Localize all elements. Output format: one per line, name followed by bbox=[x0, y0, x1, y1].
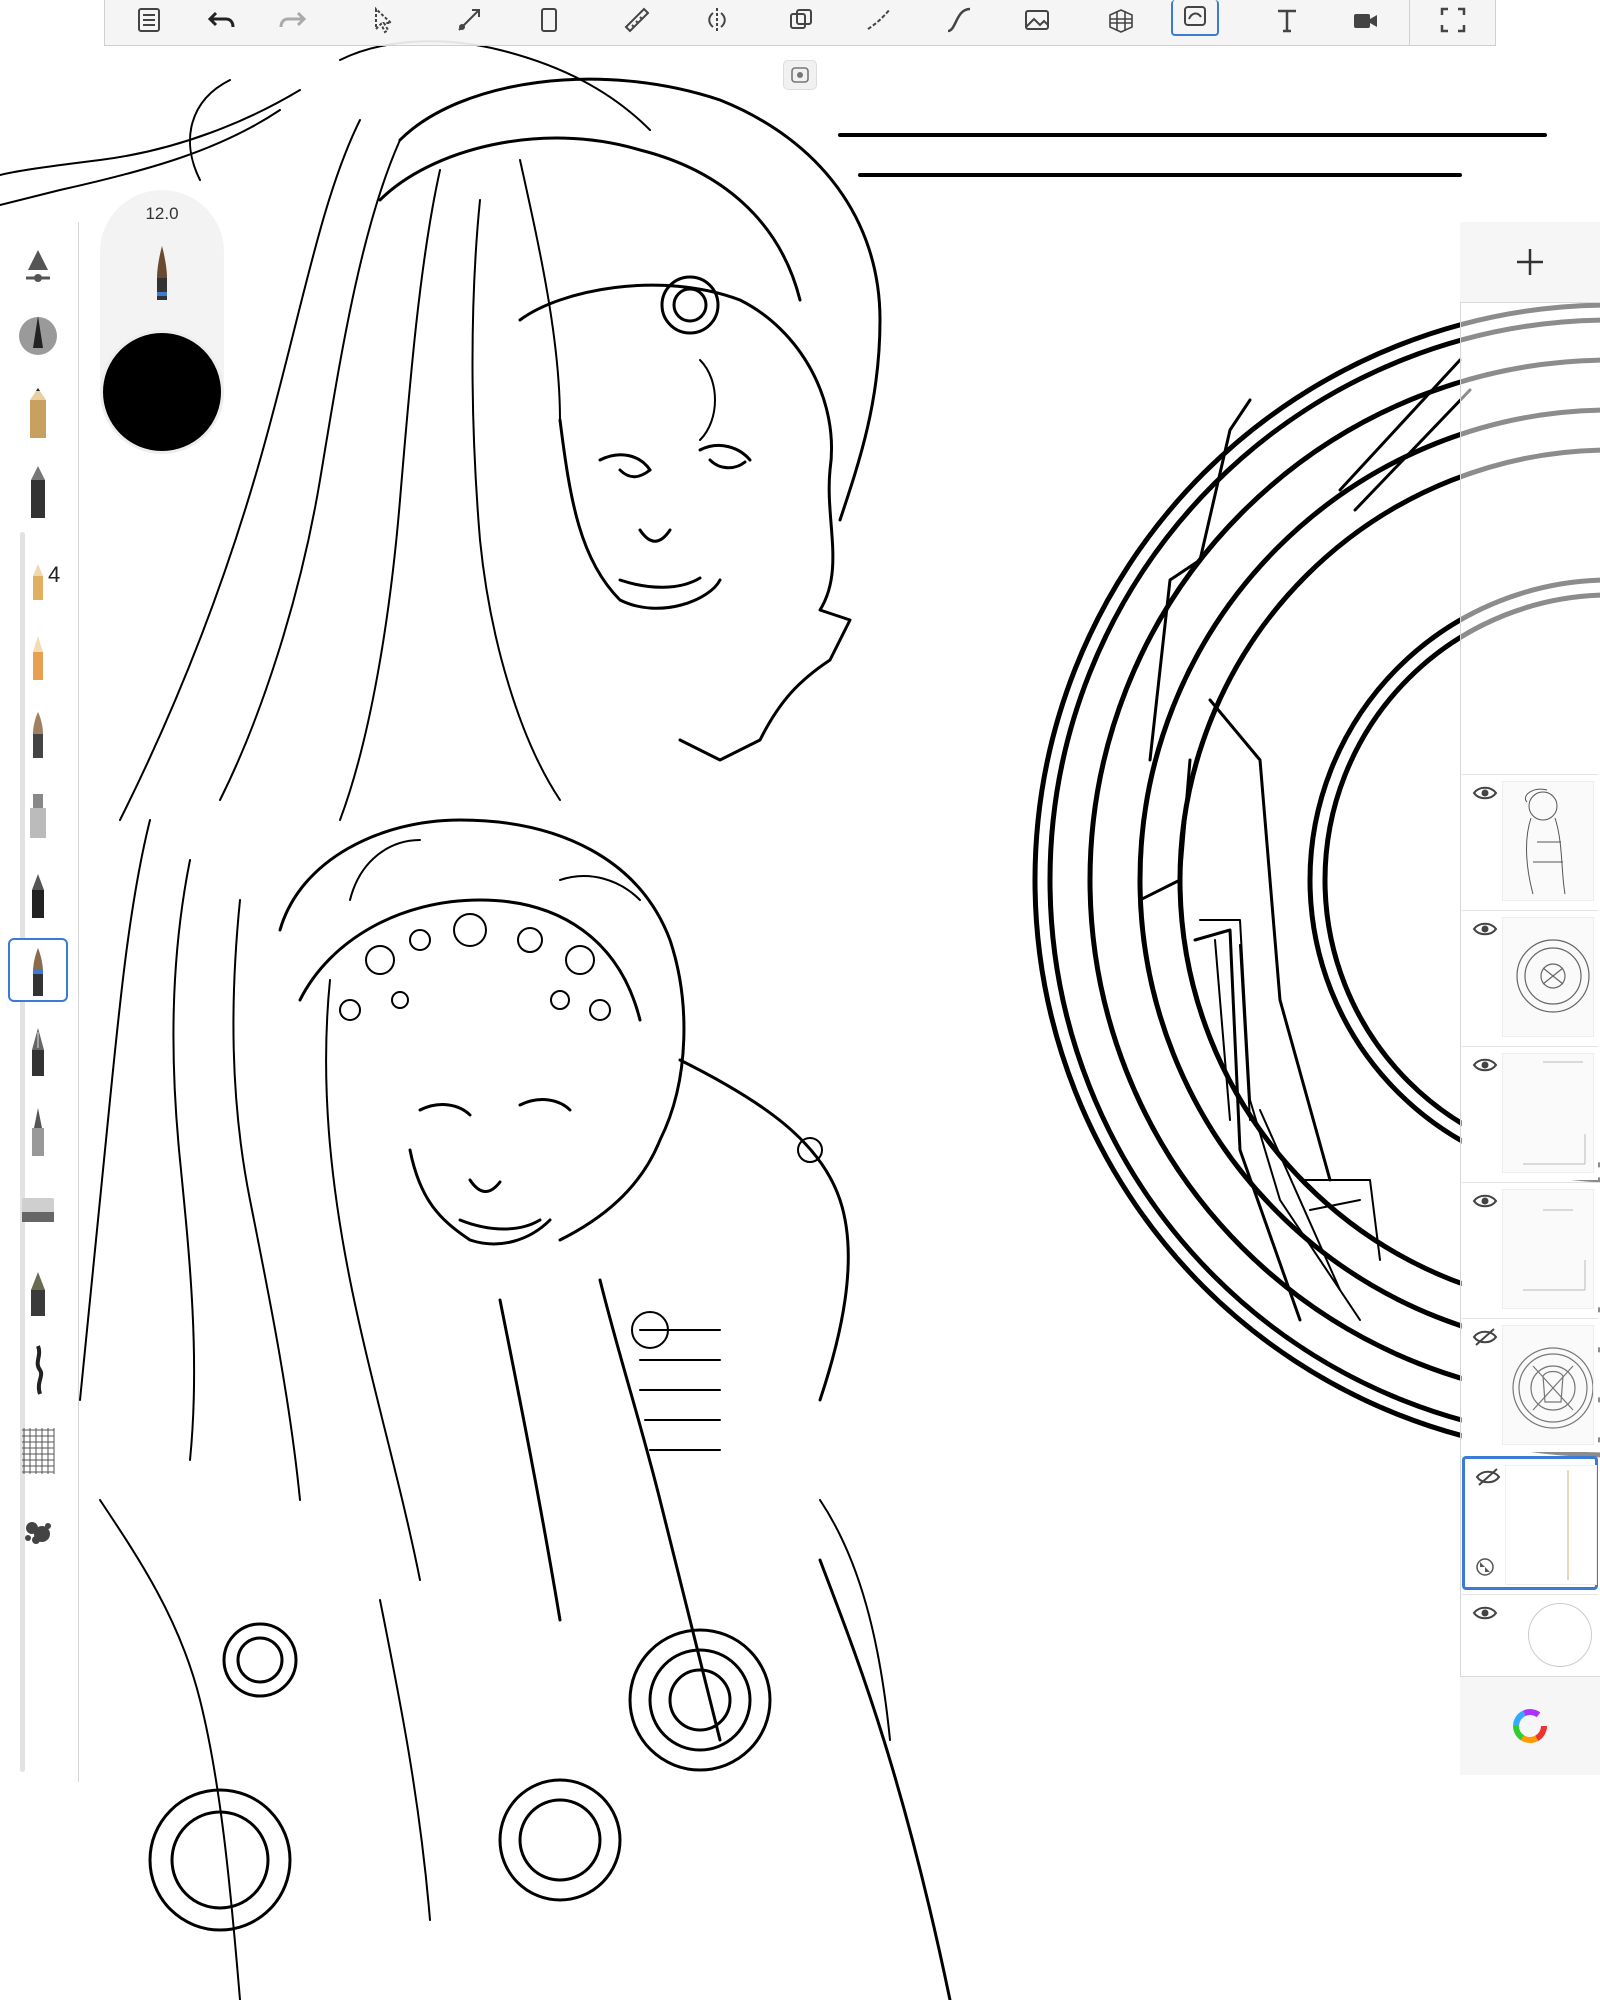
marker-icon[interactable] bbox=[8, 780, 68, 844]
layer-row[interactable] bbox=[1462, 1182, 1598, 1316]
technical-pen-icon[interactable] bbox=[8, 1098, 68, 1162]
record-icon[interactable] bbox=[1341, 0, 1389, 40]
plus-icon bbox=[1517, 249, 1543, 275]
color-swatch[interactable] bbox=[100, 330, 224, 454]
felt-pen-icon[interactable] bbox=[8, 1258, 68, 1322]
layer-row[interactable] bbox=[1462, 1318, 1598, 1452]
text-icon[interactable] bbox=[1263, 0, 1311, 40]
ink-pen-icon[interactable] bbox=[8, 860, 68, 924]
eye-icon[interactable] bbox=[1472, 783, 1498, 803]
eye-icon[interactable] bbox=[1472, 1603, 1498, 1623]
brush-palette bbox=[0, 222, 79, 1782]
eraser-icon[interactable] bbox=[8, 1178, 68, 1242]
list-icon[interactable] bbox=[125, 0, 173, 40]
layer-thumbnail bbox=[1502, 1325, 1594, 1445]
layer-lock-icon[interactable] bbox=[1475, 1557, 1495, 1577]
color-editor-button[interactable] bbox=[1460, 1676, 1600, 1775]
grid-texture-icon[interactable] bbox=[8, 1418, 68, 1482]
top-toolbar bbox=[104, 0, 1496, 46]
brush-pen-icon[interactable] bbox=[8, 938, 68, 1002]
eye-icon[interactable] bbox=[1472, 919, 1498, 939]
brush-set-badge: 4 bbox=[48, 562, 61, 587]
ruler-icon[interactable] bbox=[613, 0, 661, 40]
fullscreen-icon[interactable] bbox=[1429, 0, 1477, 40]
splatter-brush-icon[interactable] bbox=[8, 1500, 68, 1564]
fountain-pen-icon[interactable] bbox=[8, 1018, 68, 1082]
layer-row[interactable] bbox=[1462, 1046, 1598, 1180]
paint-brush-icon[interactable] bbox=[8, 700, 68, 764]
pencil-icon[interactable] bbox=[8, 382, 68, 446]
brush-settings-icon[interactable] bbox=[8, 232, 68, 296]
fine-pencil-icon[interactable] bbox=[8, 622, 68, 686]
canvas-status-indicator[interactable] bbox=[783, 60, 817, 90]
predictive-stroke-icon[interactable] bbox=[1171, 0, 1219, 36]
layer-thumbnail bbox=[1502, 1189, 1594, 1309]
layer-thumbnail bbox=[1502, 781, 1594, 901]
toolbar-separator bbox=[1409, 0, 1410, 46]
curve-icon[interactable] bbox=[935, 0, 983, 40]
undo-icon[interactable] bbox=[197, 0, 245, 40]
eye-icon[interactable] bbox=[1472, 1191, 1498, 1211]
color-wheel-icon bbox=[1513, 1709, 1547, 1743]
layer-thumbnail bbox=[1502, 917, 1594, 1037]
layer-row[interactable] bbox=[1462, 910, 1598, 1044]
brush-tip-preview-icon bbox=[157, 246, 167, 300]
layer-thumbnail bbox=[1502, 1053, 1594, 1173]
image-icon[interactable] bbox=[1013, 0, 1061, 40]
symmetry-icon[interactable] bbox=[693, 0, 741, 40]
redo-icon[interactable] bbox=[269, 0, 317, 40]
eye-hidden-icon[interactable] bbox=[1475, 1467, 1501, 1487]
background-layer-row[interactable] bbox=[1462, 1594, 1598, 1676]
layer-thumbnail bbox=[1505, 1465, 1597, 1585]
texture-brush-icon[interactable] bbox=[8, 1338, 68, 1402]
round-brush-icon[interactable] bbox=[8, 304, 68, 368]
graphite-pencil-icon[interactable] bbox=[8, 460, 68, 524]
crop-icon[interactable] bbox=[525, 0, 573, 40]
stroke-icon[interactable] bbox=[855, 0, 903, 40]
copy-paste-icon[interactable] bbox=[777, 0, 825, 40]
perspective-icon[interactable] bbox=[1097, 0, 1145, 40]
add-layer-button[interactable] bbox=[1460, 222, 1600, 303]
layer-row[interactable] bbox=[1462, 774, 1598, 908]
selection-icon[interactable] bbox=[361, 0, 409, 40]
eye-hidden-icon[interactable] bbox=[1472, 1327, 1498, 1347]
drawing-canvas[interactable] bbox=[0, 0, 1600, 2000]
layer-row-selected[interactable] bbox=[1462, 1456, 1598, 1590]
background-color-swatch[interactable] bbox=[1528, 1603, 1592, 1667]
brush-size-value: 12.0 bbox=[145, 204, 179, 223]
transform-icon[interactable] bbox=[445, 0, 493, 40]
eye-icon[interactable] bbox=[1472, 1055, 1498, 1075]
